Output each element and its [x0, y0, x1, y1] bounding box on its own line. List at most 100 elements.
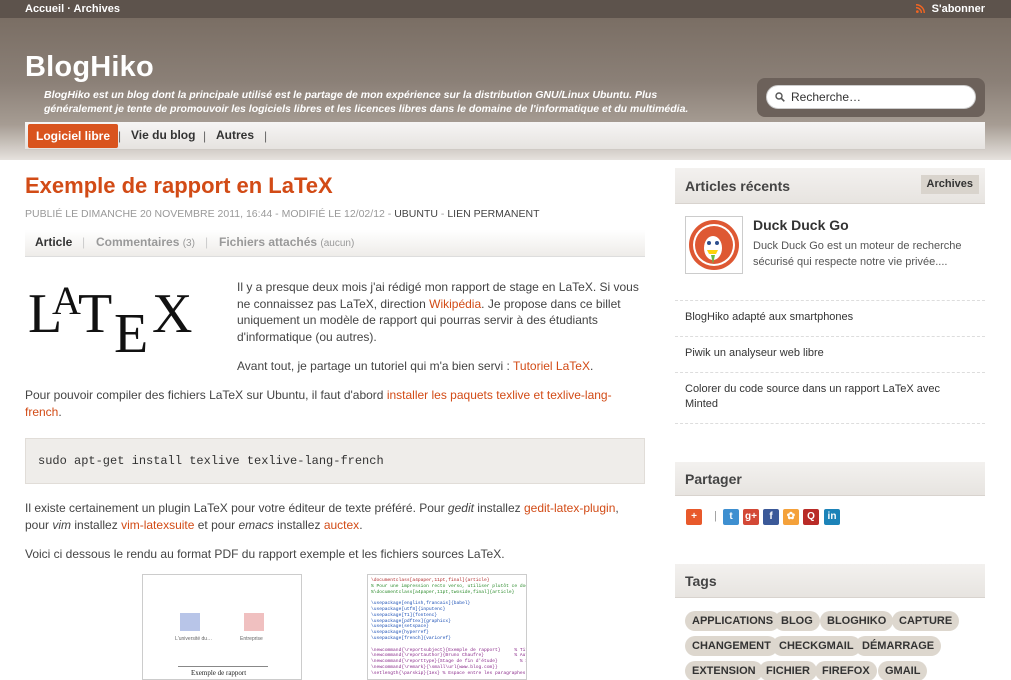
nav-item-logiciel-libre[interactable]: Logiciel libre	[28, 124, 119, 148]
top-dot: ·	[67, 3, 71, 15]
tab-attachments[interactable]: Fichiers attachés (aucun)	[219, 235, 354, 249]
subscribe-link[interactable]: S'abonner	[915, 3, 985, 15]
recent-separator	[675, 372, 985, 373]
install-text-a: Pour pouvoir compiler des fichiers LaTeX…	[25, 388, 387, 402]
tag-changement[interactable]: CHANGEMENT	[685, 636, 778, 656]
google-plus-icon[interactable]: g+	[743, 509, 759, 525]
plugins-text-a: Il existe certainement un plugin LaTeX p…	[25, 501, 448, 515]
post-tabs: Article | Commentaires (3) | Fichiers at…	[25, 230, 645, 257]
category-link[interactable]: Ubuntu	[394, 208, 438, 220]
tag-capture[interactable]: CAPTURE	[892, 611, 960, 631]
auctex-link[interactable]: auctex	[324, 518, 359, 532]
tutorial-text-b: .	[589, 359, 594, 373]
paragraph-tutorial: Avant tout, je partage un tutoriel qui m…	[237, 358, 647, 375]
tag-fichier[interactable]: FICHIER	[759, 661, 817, 680]
code-block: sudo apt-get install texlive texlive-lan…	[25, 438, 645, 484]
post-title[interactable]: Exemple de rapport en LaTeX	[25, 173, 333, 199]
tab-separator: |	[205, 235, 209, 249]
search-input[interactable]: Recherche…	[766, 85, 976, 109]
comments-count: (3)	[182, 238, 195, 249]
tags-title: Tags	[685, 573, 717, 589]
site-title[interactable]: BlogHiko	[25, 51, 154, 84]
recent-articles-widget: Articles récents Archives	[675, 168, 985, 204]
wikipedia-link[interactable]: Wikipédia	[429, 297, 481, 311]
linkedin-icon[interactable]: in	[824, 509, 840, 525]
source-line: % Pour une impression recto verso, utili…	[371, 583, 527, 589]
thumb-caption-right: Entreprise	[240, 636, 263, 642]
nav-separator: |	[118, 129, 122, 143]
tag-checkgmail[interactable]: CHECKGMAIL	[772, 636, 861, 656]
search-placeholder: Recherche…	[791, 90, 862, 104]
subscribe-label: S'abonner	[931, 3, 985, 15]
tag-extension[interactable]: EXTENSION	[685, 661, 763, 680]
recent-articles-title: Articles récents	[685, 178, 791, 194]
blogger-icon[interactable]: ✿	[783, 509, 799, 525]
archives-button[interactable]: Archives	[920, 175, 979, 194]
paragraph-render: Voici ci dessous le rendu au format PDF …	[25, 547, 505, 561]
featured-article-desc: Duck Duck Go est un moteur de recherche …	[753, 240, 962, 268]
twitter-icon[interactable]: t	[723, 509, 739, 525]
home-link[interactable]: Accueil	[25, 3, 64, 15]
svg-text:T: T	[78, 283, 112, 345]
recent-item[interactable]: Colorer du code source dans un rapport L…	[685, 382, 975, 412]
svg-text:X: X	[152, 283, 192, 345]
post-date: Publié le dimanche 20 novembre 2011, 16:…	[25, 208, 392, 220]
svg-text:A: A	[52, 278, 81, 323]
gedit-plugin-link[interactable]: gedit-latex-plugin	[524, 501, 615, 515]
quora-icon[interactable]: Q	[803, 509, 819, 525]
plugins-text-b: installez	[473, 501, 524, 515]
thumb-rule	[178, 666, 268, 667]
thumb-doc-title: Exemple de rapport	[191, 669, 247, 677]
meta-dash: -	[440, 208, 445, 220]
paragraph-intro: Il y a presque deux mois j'ai rédigé mon…	[237, 279, 647, 345]
recent-separator	[675, 423, 985, 424]
source-thumbnail[interactable]: \documentclass[a4paper,11pt,final]{artic…	[367, 574, 527, 680]
logo-box-left	[180, 613, 200, 631]
tutorial-text-a: Avant tout, je partage un tutoriel qui m…	[237, 359, 514, 373]
tag-démarrage[interactable]: DÉMARRAGE	[855, 636, 942, 656]
tutorial-link[interactable]: Tutoriel LaTeX	[513, 359, 590, 373]
nav-separator: |	[264, 129, 268, 143]
permalink-link[interactable]: Lien permanent	[447, 208, 539, 220]
plugins-text-d: installez	[71, 517, 122, 532]
duck-icon	[689, 220, 739, 270]
source-line: \setlength{\parskip}{1ex} % Espace entre…	[371, 670, 526, 676]
thumb-caption-left: L'université du…	[175, 636, 213, 642]
tab-attachments-label: Fichiers attachés	[219, 235, 318, 249]
tag-bloghiko[interactable]: BLOGHIKO	[820, 611, 894, 631]
code-command: sudo apt-get install texlive texlive-lan…	[38, 454, 384, 468]
recent-separator	[675, 300, 985, 301]
addthis-icon[interactable]: +	[686, 509, 702, 525]
attachments-count: (aucun)	[320, 238, 355, 249]
recent-item[interactable]: Piwik un analyseur web libre	[685, 346, 975, 361]
search-box: Recherche…	[757, 78, 985, 117]
site-description: BlogHiko est un blog dont la principale …	[44, 89, 689, 115]
share-separator: |	[714, 510, 717, 522]
duckduckgo-logo[interactable]	[685, 216, 743, 274]
nav-separator: |	[203, 129, 207, 143]
nav-item-vie-du-blog[interactable]: Vie du blog	[131, 122, 195, 148]
tag-firefox[interactable]: FIREFOX	[815, 661, 877, 680]
featured-article-title[interactable]: Duck Duck Go	[753, 217, 849, 233]
facebook-icon[interactable]: f	[763, 509, 779, 525]
tag-blog[interactable]: BLOG	[774, 611, 820, 631]
rss-icon	[915, 4, 925, 13]
tab-separator: |	[82, 235, 86, 249]
nav-item-autres[interactable]: Autres	[216, 122, 254, 148]
svg-text:E: E	[114, 303, 148, 362]
install-text-b: .	[58, 404, 62, 419]
tag-applications[interactable]: APPLICATIONS	[685, 611, 781, 631]
tag-gmail[interactable]: GMAIL	[878, 661, 928, 680]
recent-separator	[675, 336, 985, 337]
tab-comments-label: Commentaires	[96, 235, 180, 249]
tab-article[interactable]: Article	[35, 235, 72, 249]
vim-latexsuite-link[interactable]: vim-latexsuite	[121, 518, 194, 532]
pdf-thumbnail[interactable]: L'université du… Entreprise Exemple de r…	[142, 574, 302, 680]
archives-link[interactable]: Archives	[74, 3, 120, 15]
gedit-text: gedit	[447, 501, 474, 515]
share-widget: Partager	[675, 462, 985, 496]
recent-item[interactable]: BlogHiko adapté aux smartphones	[685, 310, 975, 325]
tab-comments[interactable]: Commentaires (3)	[96, 235, 195, 249]
top-bar: Accueil · Archives S'abonner	[0, 0, 1011, 18]
post-meta: Publié le dimanche 20 novembre 2011, 16:…	[25, 208, 540, 220]
